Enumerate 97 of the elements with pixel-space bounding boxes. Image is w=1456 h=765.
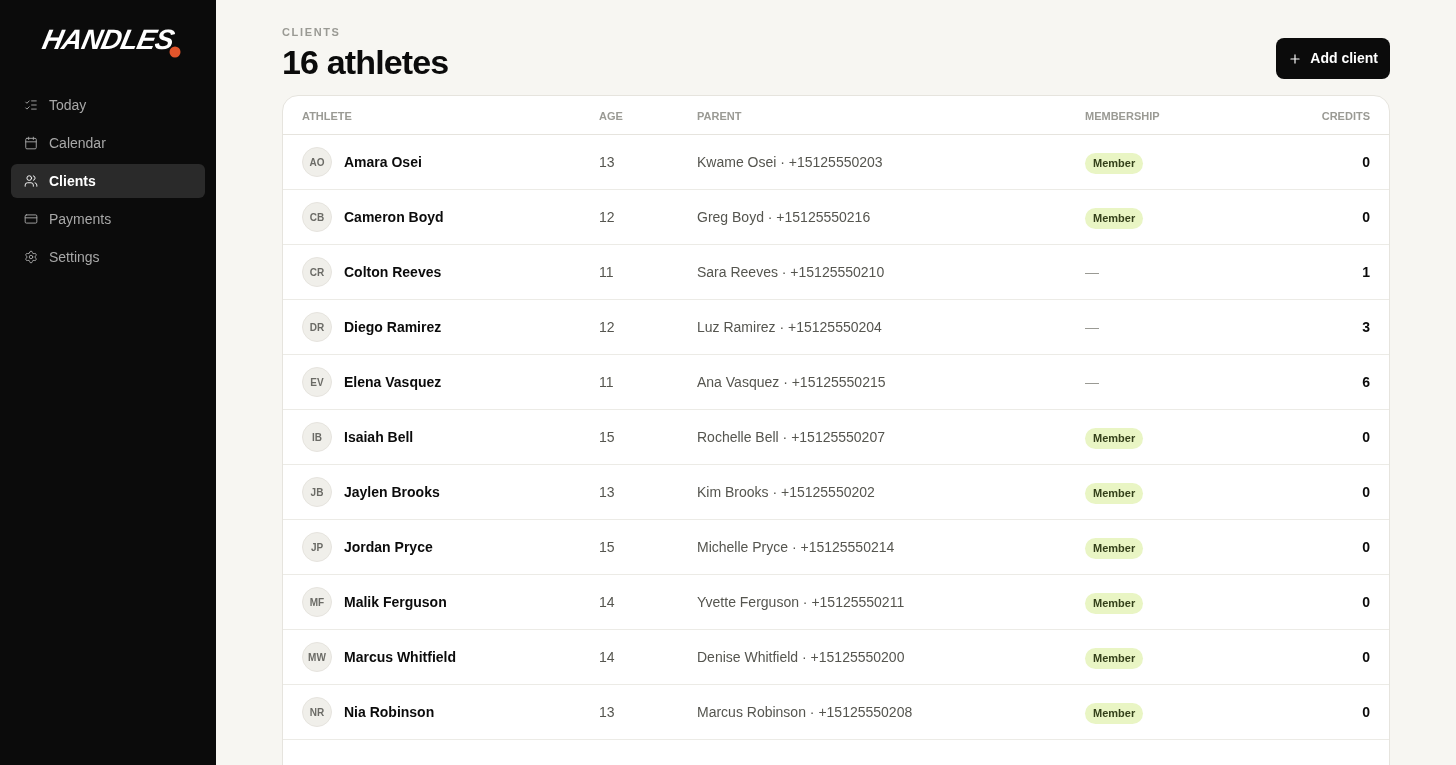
avatar: IB [302, 422, 332, 452]
settings-icon [24, 250, 38, 264]
checklist-icon [24, 98, 38, 112]
athlete-name: Jordan Pryce [344, 537, 433, 557]
parent-cell: Kim Brooks · +15125550202 [697, 484, 875, 500]
table-row[interactable]: IB Isaiah Bell 15 Rochelle Bell · +15125550207 Member 0 [283, 410, 1389, 465]
athlete-name: Amara Osei [344, 152, 422, 172]
athlete-name: Diego Ramirez [344, 317, 442, 337]
table-row[interactable]: EV Elena Vasquez 11 Ana Vasquez · +15125550215 — 6 [283, 355, 1389, 410]
table-row[interactable]: NR Nia Robinson 13 Marcus Robinson · +15125550208 Member 0 [283, 685, 1389, 740]
membership-badge: Member [1085, 703, 1144, 724]
avatar: CR [302, 257, 332, 287]
membership-badge: Member [1085, 648, 1144, 669]
age-cell: 11 [599, 374, 614, 390]
table-row[interactable]: JP Jordan Pryce 15 Michelle Pryce · +15125550214 Member 0 [283, 520, 1389, 575]
membership-badge: Member [1085, 483, 1144, 504]
table-row[interactable]: CB Cameron Boyd 12 Greg Boyd · +15125550216 Member 0 [283, 190, 1389, 245]
athlete-name: Cameron Boyd [344, 207, 444, 227]
credits-cell: 6 [1362, 374, 1370, 390]
add-client-button[interactable]: Add client [1276, 38, 1390, 79]
avatar: DR [302, 312, 332, 342]
column-header: ATHLETE [302, 110, 352, 122]
membership-empty: — [1085, 374, 1099, 390]
nav-item[interactable]: Settings [11, 240, 205, 274]
avatar: JB [302, 477, 332, 507]
avatar: JP [302, 532, 332, 562]
credits-cell: 0 [1362, 484, 1370, 500]
table-row[interactable]: MF Malik Ferguson 14 Yvette Ferguson · +15125550211 Member 0 [283, 575, 1389, 630]
table-row[interactable]: MW Marcus Whitfield 14 Denise Whitfield · +15125550200 Member 0 [283, 630, 1389, 685]
credits-cell: 3 [1362, 319, 1370, 335]
avatar: EV [302, 367, 332, 397]
nav-item[interactable]: Today [11, 88, 205, 122]
table-row[interactable]: AO Amara Osei 13 Kwame Osei · +15125550203 Member 0 [283, 135, 1389, 190]
section-label: CLIENTS [282, 25, 342, 40]
parent-cell: Sara Reeves · +15125550210 [697, 264, 885, 280]
table-row[interactable]: JB Jaylen Brooks 13 Kim Brooks · +15125550202 Member 0 [283, 465, 1389, 520]
athlete-name: Jaylen Brooks [344, 482, 440, 502]
age-cell: 13 [599, 484, 615, 500]
page-title: 16 athletes [282, 41, 449, 83]
age-cell: 15 [599, 539, 615, 555]
table-row[interactable]: CR Colton Reeves 11 Sara Reeves · +15125550210 — 1 [283, 245, 1389, 300]
membership-empty: — [1085, 264, 1099, 280]
credits-cell: 0 [1362, 209, 1370, 225]
parent-cell: Marcus Robinson · +15125550208 [697, 704, 913, 720]
column-header: PARENT [697, 110, 742, 122]
card-icon [24, 212, 38, 226]
credits-cell: 1 [1362, 264, 1370, 280]
age-cell: 11 [599, 264, 614, 280]
credits-cell: 0 [1362, 429, 1370, 445]
column-header: MEMBERSHIP [1085, 110, 1160, 122]
membership-badge: Member [1085, 538, 1144, 559]
nav-item[interactable]: Clients [11, 164, 205, 198]
credits-cell: 0 [1362, 594, 1370, 610]
athlete-name: Malik Ferguson [344, 592, 447, 612]
age-cell: 14 [599, 594, 615, 610]
logo: HANDLES [39, 26, 177, 54]
age-cell: 13 [599, 154, 615, 170]
parent-cell: Michelle Pryce · +15125550214 [697, 539, 895, 555]
parent-cell: Yvette Ferguson · +15125550211 [697, 594, 905, 610]
parent-cell: Denise Whitfield · +15125550200 [697, 649, 905, 665]
credits-cell: 0 [1362, 539, 1370, 555]
athlete-name: Isaiah Bell [344, 427, 414, 447]
credits-cell: 0 [1362, 154, 1370, 170]
membership-badge: Member [1085, 428, 1144, 449]
avatar: CB [302, 202, 332, 232]
nav-item[interactable]: Payments [11, 202, 205, 236]
parent-cell: Ana Vasquez · +15125550215 [697, 374, 886, 390]
athlete-name: Colton Reeves [344, 262, 442, 282]
membership-empty: — [1085, 319, 1099, 335]
plus-icon [1288, 51, 1303, 66]
avatar: NR [302, 697, 332, 727]
parent-cell: Greg Boyd · +15125550216 [697, 209, 871, 225]
credits-cell: 0 [1362, 649, 1370, 665]
people-icon [24, 174, 38, 188]
age-cell: 12 [599, 209, 615, 225]
calendar-icon [24, 136, 38, 150]
athlete-name: Elena Vasquez [344, 372, 442, 392]
athlete-name: Nia Robinson [344, 702, 435, 722]
table-row[interactable]: DR Diego Ramirez 12 Luz Ramirez · +15125550204 — 3 [283, 300, 1389, 355]
column-header: AGE [599, 110, 623, 122]
column-header: CREDITS [1321, 110, 1370, 122]
parent-cell: Rochelle Bell · +15125550207 [697, 429, 885, 445]
nav-item[interactable]: Calendar [11, 126, 205, 160]
athlete-name: Marcus Whitfield [344, 647, 456, 667]
age-cell: 12 [599, 319, 615, 335]
membership-badge: Member [1085, 153, 1144, 174]
avatar: MF [302, 587, 332, 617]
membership-badge: Member [1085, 208, 1144, 229]
parent-cell: Kwame Osei · +15125550203 [697, 154, 883, 170]
avatar: MW [302, 642, 332, 672]
age-cell: 14 [599, 649, 615, 665]
membership-badge: Member [1085, 593, 1144, 614]
avatar: AO [302, 147, 332, 177]
age-cell: 13 [599, 704, 615, 720]
age-cell: 15 [599, 429, 615, 445]
credits-cell: 0 [1362, 704, 1370, 720]
parent-cell: Luz Ramirez · +15125550204 [697, 319, 882, 335]
